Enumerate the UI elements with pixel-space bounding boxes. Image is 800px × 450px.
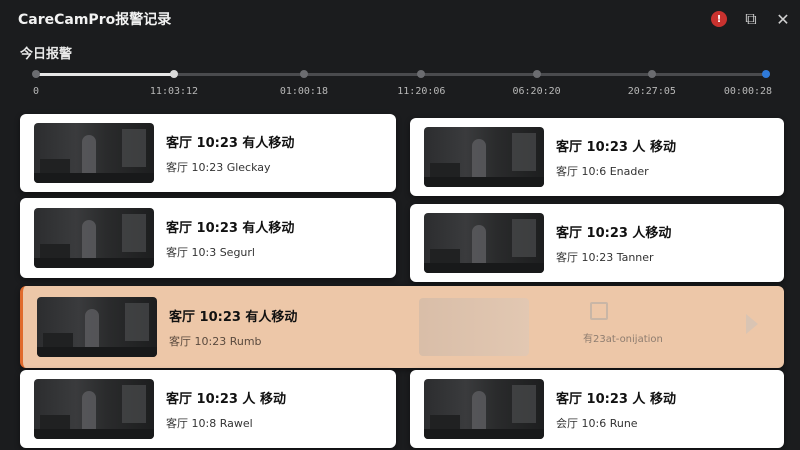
event-subtitle: 客厅 10:23 Gleckay: [166, 160, 271, 174]
title-bar-icons: ! ⧉ ✕: [708, 8, 794, 30]
event-card[interactable]: 客厅 10:23 人 移动 客厅 10:8 Rawel: [20, 370, 396, 448]
event-thumbnail: [34, 208, 154, 268]
event-thumbnail: [424, 213, 544, 273]
timeline-label: 11:20:06: [397, 86, 446, 97]
event-title: 客厅 10:23 人 移动: [556, 139, 676, 155]
event-thumbnail: [37, 297, 157, 357]
event-thumbnail: [34, 379, 154, 439]
event-subtitle: 客厅 10:23 Tanner: [556, 250, 654, 264]
timeline[interactable]: 0 11:03:12 01:00:18 11:20:06 06:20:20 20…: [32, 66, 773, 106]
timeline-node-end[interactable]: [762, 70, 771, 78]
timeline-node[interactable]: [647, 70, 656, 78]
timeline-node[interactable]: [417, 70, 426, 78]
screens-icon[interactable]: ⧉: [740, 8, 762, 30]
timeline-label: 01:00:18: [279, 86, 328, 97]
event-subtitle: 客厅 10:6 Enader: [556, 164, 649, 178]
timeline-node-current[interactable]: [169, 70, 178, 78]
event-title: 客厅 10:23 有人移动: [169, 309, 298, 325]
event-card[interactable]: 客厅 10:23 有人移动 客厅 10:3 Segurl: [20, 198, 396, 278]
timeline-node[interactable]: [532, 70, 541, 78]
title-bar: CareCamPro报警记录 ! ⧉ ✕: [0, 0, 800, 36]
event-thumbnail: [424, 379, 544, 439]
event-detail-text: 有23at-onijation: [583, 334, 663, 345]
event-subtitle: 会厅 10:6 Rune: [556, 416, 638, 430]
timeline-label: 20:27:05: [627, 86, 676, 97]
event-card[interactable]: 客厅 10:23 有人移动 客厅 10:23 Gleckay: [20, 114, 396, 192]
timeline-progress: [36, 73, 176, 76]
play-icon[interactable]: [746, 314, 758, 334]
event-title: 客厅 10:23 有人移动: [166, 220, 295, 236]
timeline-label: 0: [32, 86, 40, 97]
timeline-node[interactable]: [299, 70, 308, 78]
ghost-thumbnail: [419, 298, 529, 356]
event-title: 客厅 10:23 有人移动: [166, 135, 295, 151]
alarm-badge: !: [711, 11, 727, 27]
timeline-label: 00:00:28: [723, 86, 773, 97]
event-thumbnail: [34, 123, 154, 183]
event-title: 客厅 10:23 人移动: [556, 225, 672, 241]
event-card[interactable]: 客厅 10:23 人 移动 会厅 10:6 Rune: [410, 370, 784, 448]
alarm-bell-icon[interactable]: !: [708, 8, 730, 30]
event-grid: 客厅 10:23 有人移动 客厅 10:23 Gleckay 客厅 10:23 …: [18, 114, 784, 450]
event-subtitle: 客厅 10:23 Rumb: [169, 334, 262, 348]
event-card-selected[interactable]: 客厅 10:23 有人移动 客厅 10:23 Rumb 有23at-onijat…: [20, 286, 784, 368]
event-card[interactable]: 客厅 10:23 人 移动 客厅 10:6 Enader: [410, 118, 784, 196]
close-icon[interactable]: ✕: [772, 8, 794, 30]
timeline-node[interactable]: [32, 70, 40, 78]
clip-icon: [590, 302, 608, 320]
timeline-label: 06:20:20: [512, 86, 561, 97]
timeline-label: 11:03:12: [149, 86, 199, 97]
event-title: 客厅 10:23 人 移动: [556, 391, 676, 407]
section-title: 今日报警: [20, 47, 73, 62]
event-title: 客厅 10:23 人 移动: [166, 391, 286, 407]
event-thumbnail: [424, 127, 544, 187]
app-title: CareCamPro报警记录: [18, 12, 172, 28]
event-subtitle: 客厅 10:3 Segurl: [166, 245, 255, 259]
event-subtitle: 客厅 10:8 Rawel: [166, 416, 253, 430]
event-card[interactable]: 客厅 10:23 人移动 客厅 10:23 Tanner: [410, 204, 784, 282]
